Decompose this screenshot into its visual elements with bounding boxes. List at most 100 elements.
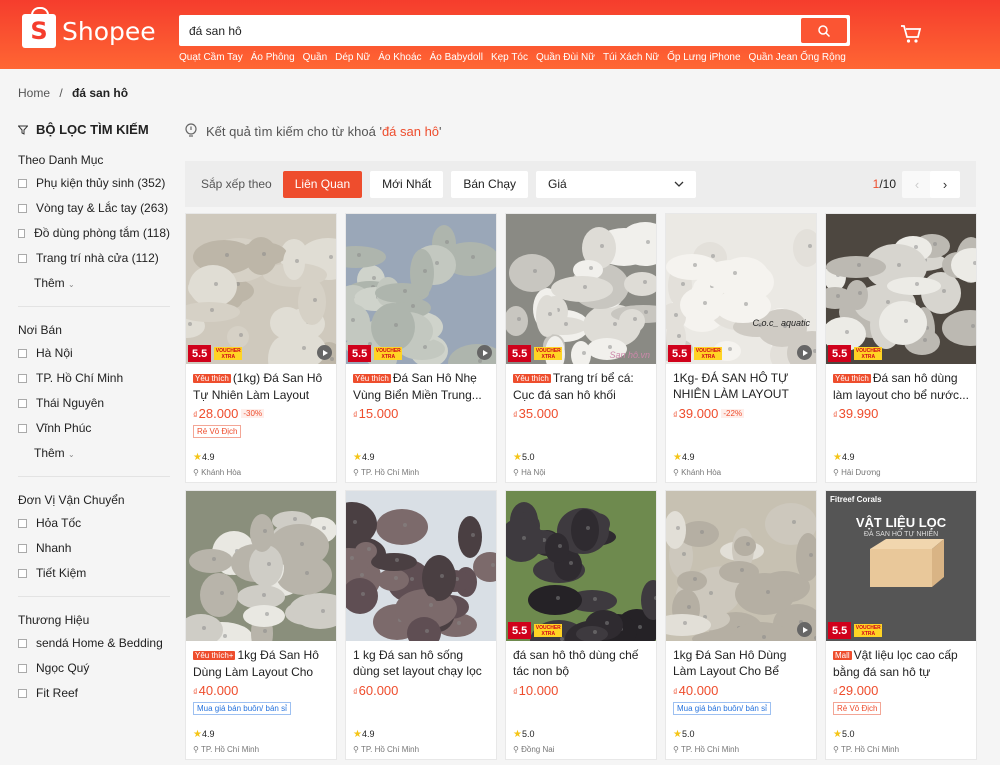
next-page-button[interactable]: › <box>930 171 960 198</box>
product-name[interactable]: Yêu thích (1kg) Đá San Hô Tự Nhiên Làm La… <box>193 370 329 402</box>
product-title-text: 1Kg- ĐÁ SAN HÔ TỰ NHIÊN LÀM LAYOUT C... <box>673 371 789 401</box>
search-input[interactable] <box>181 17 796 44</box>
search-suggestion-link[interactable]: Quần Đùi Nữ <box>536 52 595 63</box>
promo-badge: Mua giá bán buôn/ bán sỉ <box>673 702 771 715</box>
product-card[interactable]: 1kg Đá San Hô Dùng Làm Layout Cho Bể Nướ… <box>665 490 817 760</box>
checkbox[interactable] <box>18 638 27 648</box>
sort-relevance-button[interactable]: Liên Quan <box>282 170 363 198</box>
video-play-icon[interactable] <box>317 345 332 360</box>
search-suggestion-link[interactable]: Áo Phông <box>251 52 295 63</box>
checkbox[interactable] <box>18 423 27 433</box>
prev-page-button[interactable]: ‹ <box>902 171 932 198</box>
search-suggestion-link[interactable]: Quần <box>303 52 327 63</box>
product-card[interactable]: 5.5 VOUCHER XTRA Yêu thích (1kg) Đá San Hô … <box>185 213 337 483</box>
category-filter-option[interactable]: Trang trí nhà cửa (112) <box>18 251 170 265</box>
location-more[interactable]: Thêm ⌄ <box>34 446 170 460</box>
brand-filter-option[interactable]: Ngọc Quý <box>18 661 170 675</box>
checkbox[interactable] <box>18 518 27 528</box>
product-card[interactable]: C.o.c_ aquatic 5.5 VOUCHER XTRA 1Kg- ĐÁ SAN… <box>665 213 817 483</box>
product-card[interactable]: Yêu thích+ 1kg Đá San Hô Dùng Làm Layout … <box>185 490 337 760</box>
search-suggestion-link[interactable]: Dép Nữ <box>335 52 370 63</box>
location-text: TP. Hồ Chí Minh <box>360 745 420 754</box>
checkbox[interactable] <box>18 228 26 238</box>
product-card[interactable]: 5.5 VOUCHER XTRA Yêu thích Đá san hô dùng l… <box>825 213 977 483</box>
product-name[interactable]: Yêu thích Trang trí bể cá: Cục đá san hô … <box>513 370 649 402</box>
category-filter-option[interactable]: Vòng tay & Lắc tay (263) <box>18 201 170 215</box>
search-suggestion-link[interactable]: Túi Xách Nữ <box>603 52 659 63</box>
product-card[interactable]: Fitreef Corals VẬT LIỆU LỌC ĐÁ SAN HÔ TỰ N… <box>825 490 977 760</box>
video-play-icon[interactable] <box>477 345 492 360</box>
search-suggestion-link[interactable]: Áo Babydoll <box>430 52 483 63</box>
product-image[interactable]: 5.5 VOUCHER XTRA <box>826 214 976 364</box>
shipping-filter-option[interactable]: Nhanh <box>18 541 170 555</box>
product-rating: ★5.0 <box>513 452 534 463</box>
result-prefix: Kết quả tìm kiếm cho từ khoá ' <box>206 123 382 139</box>
category-filter-option[interactable]: Đồ dùng phòng tắm (118) <box>18 226 170 240</box>
product-name[interactable]: 1kg Đá San Hô Dùng Làm Layout Cho Bể Nướ… <box>673 647 809 679</box>
location-filter-option[interactable]: Hà Nội <box>18 346 170 360</box>
product-card[interactable]: 5.5 VOUCHER XTRA đá san hô thô dùng chế tá… <box>505 490 657 760</box>
product-name[interactable]: đá san hô thô dùng chế tác non bộ <box>513 647 649 679</box>
product-image[interactable] <box>186 491 336 641</box>
brand-filter-option[interactable]: sendá Home & Bedding <box>18 636 170 650</box>
star-icon: ★ <box>673 452 682 463</box>
product-name[interactable]: Yêu thích Đá San Hô Nhẹ Vùng Biển Miền Tr… <box>353 370 489 402</box>
category-filter-option[interactable]: Phụ kiện thủy sinh (352) <box>18 176 170 190</box>
breadcrumb-home[interactable]: Home <box>18 86 50 100</box>
search-button[interactable] <box>801 18 847 43</box>
search-suggestion-link[interactable]: Quần Jean Ống Rộng <box>749 52 846 63</box>
product-name[interactable]: 1Kg- ĐÁ SAN HÔ TỰ NHIÊN LÀM LAYOUT C... <box>673 370 809 402</box>
shopee-logo[interactable]: S Shopee <box>22 7 156 48</box>
checkbox[interactable] <box>18 398 27 408</box>
sort-newest-button[interactable]: Mới Nhất <box>370 170 444 198</box>
checkbox[interactable] <box>18 348 27 358</box>
product-image[interactable] <box>666 491 816 641</box>
brand-filter-option[interactable]: Fit Reef <box>18 686 170 700</box>
shipping-filter-option[interactable]: Tiết Kiệm <box>18 566 170 580</box>
product-name[interactable]: Yêu thích Đá san hô dùng làm layout cho b… <box>833 370 969 402</box>
search-suggestion-link[interactable]: Ốp Lưng iPhone <box>667 52 740 63</box>
category-more[interactable]: Thêm ⌄ <box>34 276 170 290</box>
location-filter-option[interactable]: Vĩnh Phúc <box>18 421 170 435</box>
video-play-icon[interactable] <box>797 622 812 637</box>
product-name[interactable]: 1 kg Đá san hô sống dùng set layout chạy… <box>353 647 489 679</box>
product-image[interactable]: 5.5 VOUCHER XTRA <box>346 214 496 364</box>
checkbox[interactable] <box>18 688 27 698</box>
product-image[interactable] <box>346 491 496 641</box>
search-suggestion-link[interactable]: Áo Khoác <box>378 52 421 63</box>
checkbox[interactable] <box>18 203 27 213</box>
product-image[interactable]: Fitreef Corals VẬT LIỆU LỌC ĐÁ SAN HÔ TỰ N… <box>826 491 976 641</box>
location-pin-icon: ⚲ <box>353 745 359 754</box>
product-image[interactable]: San hô.vn 5.5 VOUCHER XTRA <box>506 214 656 364</box>
price-value: 40.000 <box>678 683 719 698</box>
product-image[interactable]: C.o.c_ aquatic 5.5 VOUCHER XTRA <box>666 214 816 364</box>
checkbox[interactable] <box>18 543 27 553</box>
favorite-tag: Yêu thích <box>353 374 391 383</box>
video-play-icon[interactable] <box>797 345 812 360</box>
checkbox[interactable] <box>18 663 27 673</box>
product-name[interactable]: Mall Vật liệu lọc cao cấp bằng đá san hô … <box>833 647 969 679</box>
divider <box>18 476 170 477</box>
product-card[interactable]: 5.5 VOUCHER XTRA Yêu thích Đá San Hô Nhẹ Vù… <box>345 213 497 483</box>
checkbox[interactable] <box>18 178 27 188</box>
cart-icon[interactable] <box>900 24 922 49</box>
currency-symbol: ₫ <box>513 687 518 697</box>
location-filter-option[interactable]: Thái Nguyên <box>18 396 170 410</box>
checkbox[interactable] <box>18 253 27 263</box>
rating-value: 4.9 <box>361 452 375 462</box>
search-suggestion-link[interactable]: Quạt Cầm Tay <box>179 52 243 63</box>
checkbox[interactable] <box>18 568 27 578</box>
sort-bestseller-button[interactable]: Bán Chạy <box>451 170 529 198</box>
price-sort-select[interactable]: Giá <box>536 170 697 198</box>
search-suggestion-link[interactable]: Kẹp Tóc <box>491 52 528 63</box>
checkbox[interactable] <box>18 373 27 383</box>
product-image[interactable]: 5.5 VOUCHER XTRA <box>506 491 656 641</box>
star-icon: ★ <box>353 729 362 740</box>
product-card[interactable]: 1 kg Đá san hô sống dùng set layout chạy… <box>345 490 497 760</box>
location-filter-option[interactable]: TP. Hồ Chí Minh <box>18 371 170 385</box>
product-image[interactable]: 5.5 VOUCHER XTRA <box>186 214 336 364</box>
product-name[interactable]: Yêu thích+ 1kg Đá San Hô Dùng Làm Layout … <box>193 647 329 679</box>
product-card[interactable]: San hô.vn 5.5 VOUCHER XTRA Yêu thích Trang t… <box>505 213 657 483</box>
shipping-filter-option[interactable]: Hỏa Tốc <box>18 516 170 530</box>
divider <box>18 306 170 307</box>
